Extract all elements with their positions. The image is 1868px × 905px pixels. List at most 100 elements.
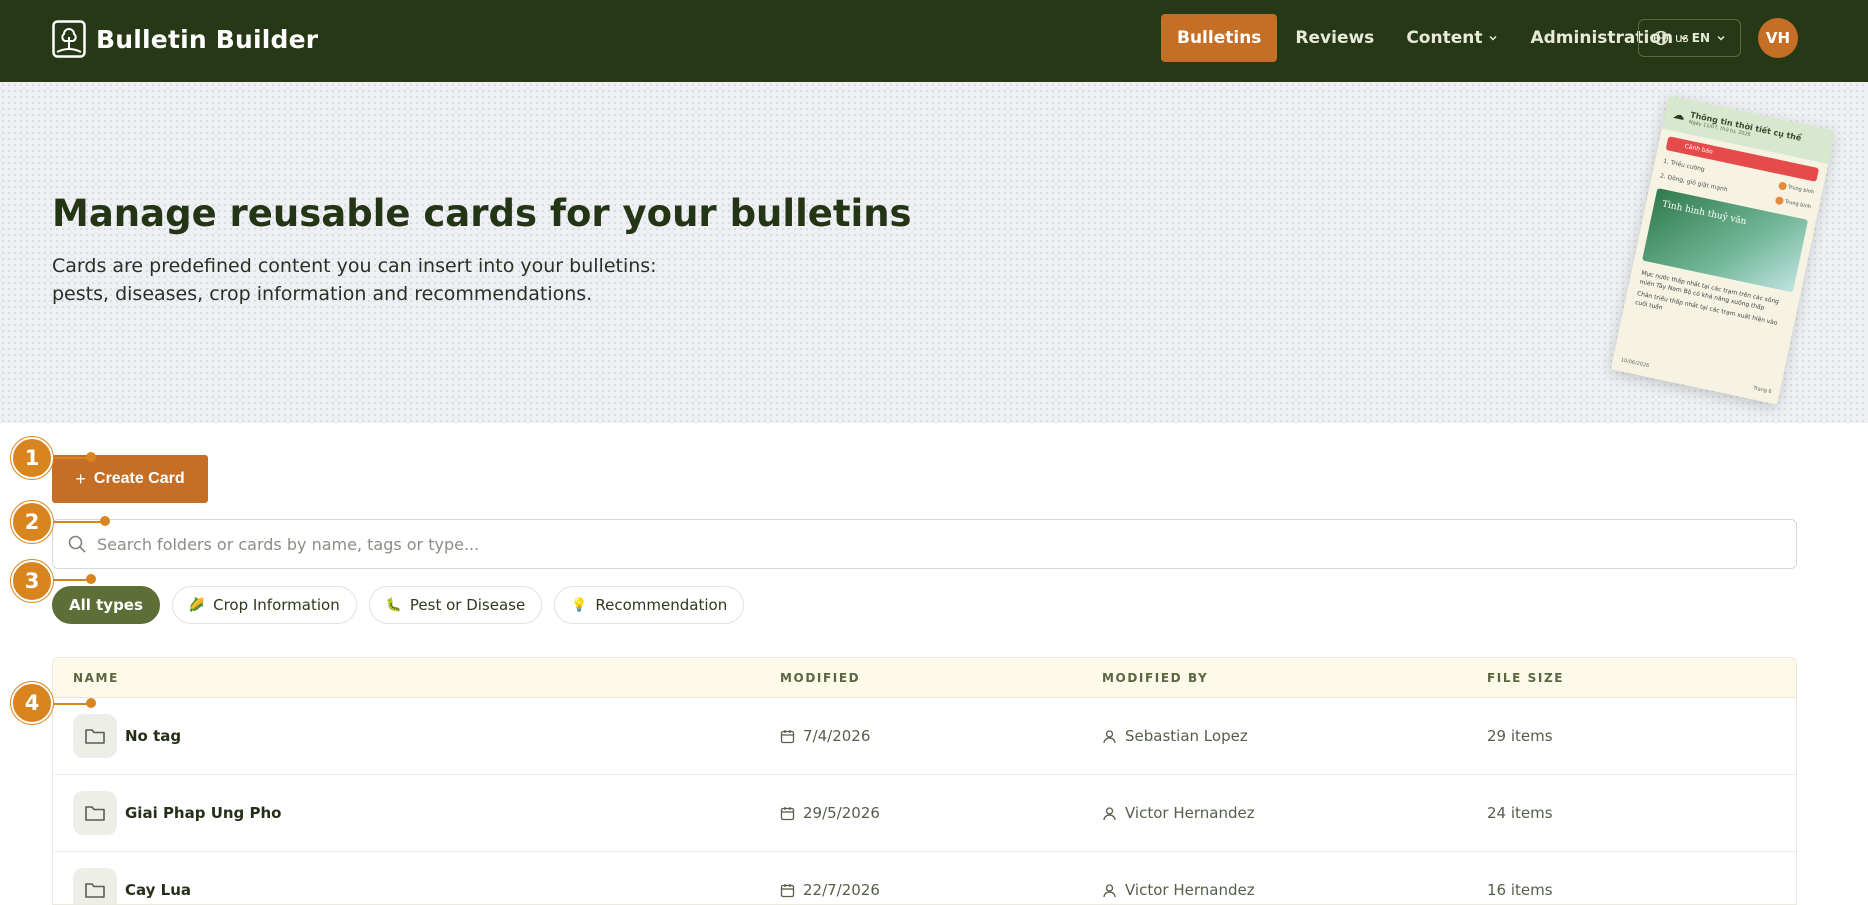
dot-icon	[1774, 195, 1784, 206]
search-icon	[68, 535, 86, 553]
row-modified-by-cell: Sebastian Lopez	[1102, 727, 1248, 745]
row-modified-cell: 29/5/2026	[780, 804, 880, 822]
marker-3-leader	[50, 579, 90, 581]
row-modified-by: Victor Hernandez	[1125, 881, 1255, 899]
filter-recommendation-label: Recommendation	[595, 596, 728, 614]
calendar-icon	[780, 806, 795, 820]
row-size: 29 items	[1487, 727, 1553, 745]
row-modified-cell: 7/4/2026	[780, 727, 870, 745]
filter-all-types[interactable]: All types	[52, 586, 160, 624]
step-marker-2: 2	[11, 501, 53, 543]
calendar-icon	[780, 729, 795, 743]
row-modified-by-cell: Victor Hernandez	[1102, 881, 1255, 899]
column-header-modified-by[interactable]: MODIFIED BY	[1102, 671, 1208, 685]
row-name-cell: No tag	[73, 714, 181, 758]
preview-line-tag-text: Trung bình	[1787, 184, 1815, 196]
calendar-icon	[780, 883, 795, 897]
create-card-label: Create Card	[93, 470, 185, 487]
column-header-name[interactable]: NAME	[73, 671, 119, 685]
nav-reviews-label: Reviews	[1295, 28, 1375, 48]
bug-icon: 🐛	[385, 597, 402, 613]
filter-recommendation[interactable]: 💡 Recommendation	[554, 586, 745, 624]
row-modified: 29/5/2026	[803, 804, 880, 822]
table-header: NAME MODIFIED MODIFIED BY FILE SIZE	[53, 658, 1796, 698]
filter-crop-information-label: Crop Information	[213, 596, 340, 614]
chevron-down-icon	[1717, 35, 1725, 41]
preview-footer-right: Trang 6	[1752, 385, 1773, 396]
folder-icon	[73, 791, 117, 835]
marker-2-leader	[50, 521, 104, 523]
row-name: Giai Phap Ung Pho	[125, 804, 282, 822]
language-region: us	[1674, 31, 1689, 45]
preview-footer-left: 10/06/2026	[1620, 357, 1650, 370]
search-input[interactable]	[97, 534, 1796, 554]
row-size-cell: 29 items	[1487, 727, 1553, 745]
preview-line-tag: Trung bình	[1777, 181, 1815, 196]
create-card-button[interactable]: + Create Card	[52, 455, 208, 503]
weather-cloud-icon: ☁	[1671, 106, 1687, 124]
column-header-file-size[interactable]: FILE SIZE	[1487, 671, 1564, 685]
filter-pest-or-disease-label: Pest or Disease	[409, 596, 526, 614]
column-header-modified[interactable]: MODIFIED	[780, 671, 860, 685]
filter-pest-or-disease[interactable]: 🐛 Pest or Disease	[368, 586, 543, 624]
table-row[interactable]: Giai Phap Ung Pho 29/5/2026 Victor Herna…	[53, 775, 1796, 852]
nav-bulletins-label: Bulletins	[1177, 28, 1262, 48]
nav-reviews[interactable]: Reviews	[1281, 14, 1388, 62]
user-avatar[interactable]: VH	[1758, 18, 1798, 58]
globe-icon	[1653, 30, 1669, 46]
lightbulb-icon: 💡	[571, 597, 588, 613]
preview-line-tag: Trung bình	[1774, 195, 1812, 211]
bulletin-preview-image: ☁ Thông tin thời tiết cụ thể Ngày 11/07,…	[1610, 95, 1836, 405]
step-marker-3: 3	[11, 560, 53, 602]
row-size-cell: 16 items	[1487, 881, 1553, 899]
marker-2-dot	[100, 516, 110, 526]
row-modified-by: Victor Hernandez	[1125, 804, 1255, 822]
row-modified: 22/7/2026	[803, 881, 880, 899]
table-row[interactable]: Cay Lua 22/7/2026 Victor Hernandez 16 it…	[53, 852, 1796, 904]
preview-line-tag-text: Trung bình	[1784, 198, 1812, 211]
bulletin-tree-logo-icon	[52, 20, 86, 58]
marker-4-dot	[86, 698, 96, 708]
row-name: Cay Lua	[125, 881, 192, 899]
folder-icon	[73, 714, 117, 758]
filter-all-types-label: All types	[69, 596, 143, 614]
row-name-cell: Giai Phap Ung Pho	[73, 791, 282, 835]
marker-1-leader	[50, 457, 90, 459]
row-name: No tag	[125, 727, 182, 745]
nav-content[interactable]: Content	[1392, 14, 1512, 62]
hero-banner: Manage reusable cards for your bulletins…	[0, 82, 1868, 423]
row-size-cell: 24 items	[1487, 804, 1553, 822]
user-icon	[1103, 883, 1116, 897]
top-navbar: Bulletin Builder Bulletins Reviews Conte…	[0, 0, 1868, 82]
language-selector[interactable]: us EN	[1638, 19, 1741, 57]
cards-table: NAME MODIFIED MODIFIED BY FILE SIZE No t…	[52, 657, 1797, 905]
type-filter-chips: All types 🌽 Crop Information 🐛 Pest or D…	[52, 586, 745, 624]
user-icon	[1103, 729, 1116, 743]
page-title: Manage reusable cards for your bulletins	[52, 192, 912, 235]
plus-icon: +	[75, 468, 86, 489]
brand[interactable]: Bulletin Builder	[52, 20, 318, 58]
search-bar	[52, 519, 1797, 569]
table-row[interactable]: No tag 7/4/2026 Sebastian Lopez 29 items	[53, 698, 1796, 775]
row-size: 24 items	[1487, 804, 1553, 822]
page-description: Cards are predefined content you can ins…	[52, 255, 657, 305]
step-marker-4: 4	[11, 682, 53, 724]
chevron-down-icon	[1489, 35, 1497, 41]
row-name-cell: Cay Lua	[73, 868, 192, 904]
row-modified-by-cell: Victor Hernandez	[1102, 804, 1255, 822]
user-icon	[1103, 806, 1116, 820]
preview-footer: 10/06/2026 Trang 6	[1620, 357, 1772, 395]
preview-image-caption: Tình hình thuỷ văn	[1661, 199, 1748, 228]
nav-bulletins[interactable]: Bulletins	[1161, 14, 1278, 62]
row-size: 16 items	[1487, 881, 1553, 899]
row-modified-by: Sebastian Lopez	[1125, 727, 1248, 745]
brand-name: Bulletin Builder	[96, 24, 319, 54]
step-marker-1: 1	[11, 437, 53, 479]
corn-icon: 🌽	[188, 597, 206, 613]
nav-items: Bulletins Reviews Content Administration	[1161, 14, 1703, 62]
row-modified: 7/4/2026	[803, 727, 871, 745]
preview-line-text: 1. Triều cường	[1662, 157, 1706, 173]
marker-3-dot	[86, 574, 96, 584]
nav-content-label: Content	[1406, 28, 1483, 48]
filter-crop-information[interactable]: 🌽 Crop Information	[171, 586, 357, 624]
